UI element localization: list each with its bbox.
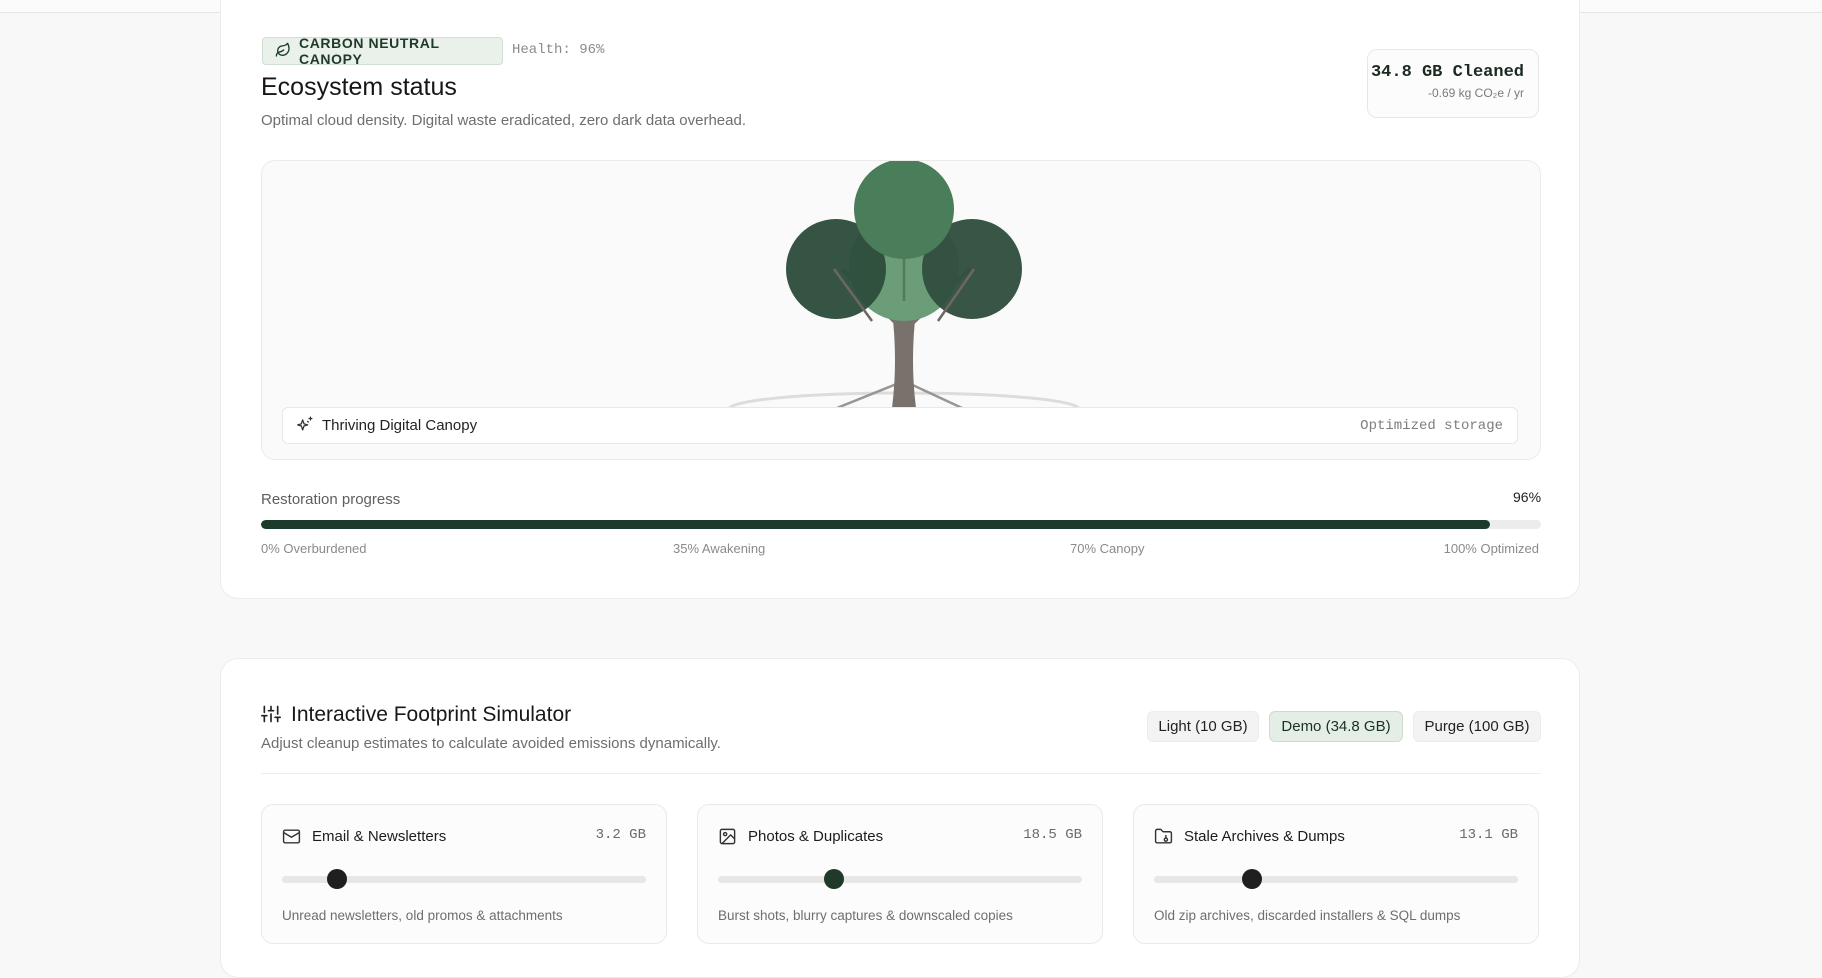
mail-icon xyxy=(282,827,301,846)
cleaned-amount: 34.8 GB Cleaned xyxy=(1370,63,1524,82)
progress-value: 96% xyxy=(1513,489,1542,505)
restoration-progress-bar xyxy=(261,520,1541,529)
preset-purge-button[interactable]: Purge (100 GB) xyxy=(1413,711,1541,742)
milestone-100: 100% Optimized xyxy=(1443,541,1539,556)
scene-caption: Thriving Digital Canopy xyxy=(322,417,478,434)
photos-slider-thumb[interactable] xyxy=(824,869,845,889)
category-description: Burst shots, blurry captures & downscale… xyxy=(718,908,1013,923)
email-slider-thumb[interactable] xyxy=(326,869,347,889)
progress-fill xyxy=(261,520,1490,529)
scene-state: Optimized storage xyxy=(1360,417,1503,434)
archives-slider-thumb[interactable] xyxy=(1242,869,1263,889)
folder-archive-icon xyxy=(1154,827,1173,846)
photos-slider-track[interactable] xyxy=(718,876,1082,883)
image-icon xyxy=(718,827,737,846)
category-description: Unread newsletters, old promos & attachm… xyxy=(282,908,563,923)
footprint-simulator-card: Interactive Footprint Simulator Adjust c… xyxy=(220,658,1580,978)
category-name: Photos & Duplicates xyxy=(748,828,884,845)
ecosystem-status-card: CARBON NEUTRAL CANOPY Health: 96% Ecosys… xyxy=(220,0,1580,599)
carbon-neutral-badge: CARBON NEUTRAL CANOPY xyxy=(262,35,503,67)
sparkles-icon xyxy=(297,415,314,436)
category-description: Old zip archives, discarded installers &… xyxy=(1154,908,1461,923)
section-divider xyxy=(261,773,1541,774)
health-readout: Health: 96% xyxy=(512,42,605,58)
category-name: Stale Archives & Dumps xyxy=(1184,828,1345,845)
preset-demo-button[interactable]: Demo (34.8 GB) xyxy=(1269,711,1403,742)
page-subtitle: Optimal cloud density. Digital waste era… xyxy=(261,112,746,129)
category-size: 13.1 GB xyxy=(1459,827,1518,843)
category-card-email: Email & Newsletters 3.2 GB Unread newsle… xyxy=(261,804,667,944)
sliders-icon xyxy=(261,704,281,724)
progress-label: Restoration progress xyxy=(261,491,401,508)
milestone-35: 35% Awakening xyxy=(673,541,766,556)
simulator-title: Interactive Footprint Simulator xyxy=(291,703,572,726)
preset-light-button[interactable]: Light (10 GB) xyxy=(1147,711,1259,742)
canopy-scene: Thriving Digital Canopy Optimized storag… xyxy=(261,160,1541,460)
simulator-subtitle: Adjust cleanup estimates to calculate av… xyxy=(261,735,721,752)
category-size: 18.5 GB xyxy=(1023,827,1082,843)
badge-label: CARBON NEUTRAL CANOPY xyxy=(299,35,440,67)
category-name: Email & Newsletters xyxy=(312,828,447,845)
cleaned-summary: 34.8 GB Cleaned -0.69 kg CO₂e / yr xyxy=(1367,49,1539,118)
milestone-0: 0% Overburdened xyxy=(261,541,367,556)
archives-slider-track[interactable] xyxy=(1154,876,1518,883)
page-title: Ecosystem status xyxy=(261,73,457,101)
category-card-photos: Photos & Duplicates 18.5 GB Burst shots,… xyxy=(697,804,1103,944)
leaf-icon xyxy=(275,42,291,61)
milestone-70: 70% Canopy xyxy=(1070,541,1145,556)
category-card-archives: Stale Archives & Dumps 13.1 GB Old zip a… xyxy=(1133,804,1539,944)
scene-caption-bar: Thriving Digital Canopy Optimized storag… xyxy=(282,407,1518,444)
cleaned-co2: -0.69 kg CO₂e / yr xyxy=(1427,86,1524,100)
category-size: 3.2 GB xyxy=(595,827,646,843)
